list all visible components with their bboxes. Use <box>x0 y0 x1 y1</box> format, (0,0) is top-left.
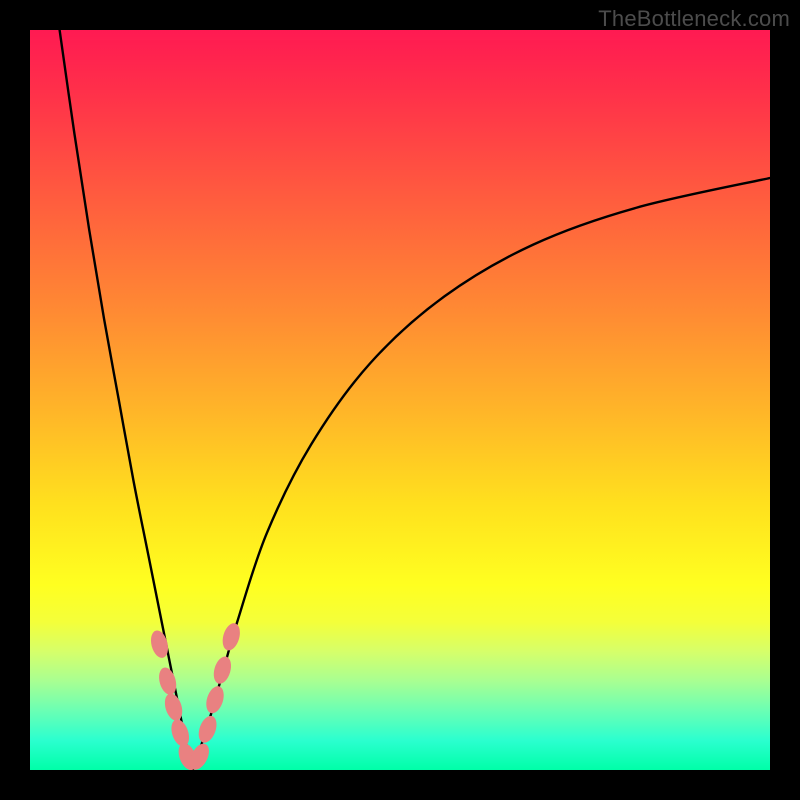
left-branch-path <box>60 30 193 770</box>
highlight-marker <box>195 713 220 745</box>
right-branch-path <box>193 178 770 770</box>
highlight-marker <box>211 654 234 685</box>
curve-layer <box>0 0 800 800</box>
highlight-marker <box>203 684 227 716</box>
marker-group <box>148 621 243 773</box>
curve-group <box>60 30 770 770</box>
highlight-marker <box>168 717 192 749</box>
chart-frame: TheBottleneck.com <box>0 0 800 800</box>
highlight-marker <box>220 621 243 652</box>
